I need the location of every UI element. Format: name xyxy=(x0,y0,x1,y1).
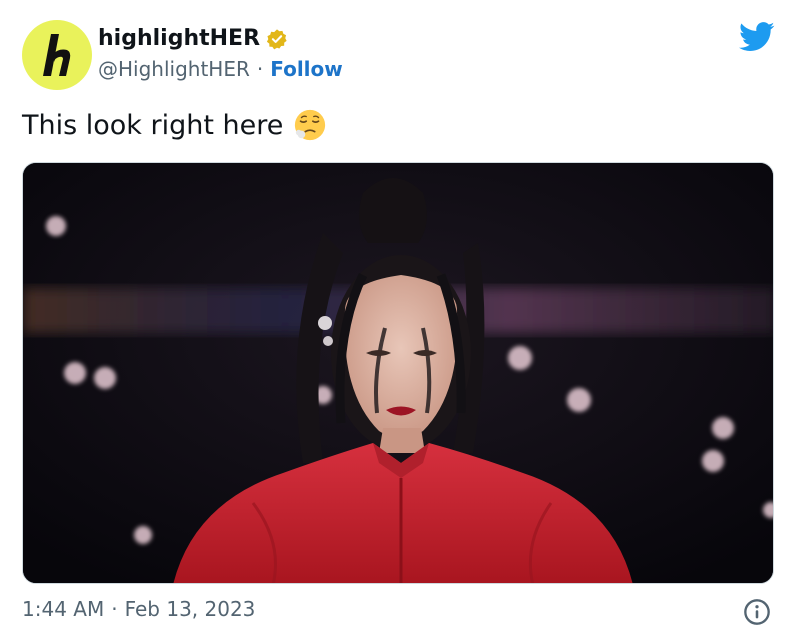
tweet-date: Feb 13, 2023 xyxy=(124,597,256,621)
tweet-photo[interactable] xyxy=(22,162,774,584)
info-icon[interactable] xyxy=(743,598,771,626)
separator-dot: · xyxy=(111,597,118,621)
author-handle[interactable]: @HighlightHER xyxy=(98,57,250,81)
author-avatar[interactable] xyxy=(22,20,92,90)
highlighther-logo-icon xyxy=(43,34,71,76)
relieved-face-emoji-icon xyxy=(295,109,326,141)
performer-photo-image xyxy=(23,163,773,583)
author-name-row: highlightHER xyxy=(98,26,288,51)
twitter-bird-icon[interactable] xyxy=(739,22,775,52)
verified-badge-icon xyxy=(266,28,287,49)
separator-dot: · xyxy=(256,57,264,81)
tweet-time: 1:44 AM xyxy=(22,597,105,621)
tweet-text-content: This look right here xyxy=(22,109,284,141)
tweet-text: This look right here xyxy=(22,108,327,142)
author-display-name[interactable]: highlightHER xyxy=(98,26,260,51)
follow-button[interactable]: Follow xyxy=(270,57,343,81)
tweet-timestamp[interactable]: 1:44 AM · Feb 13, 2023 xyxy=(22,597,255,621)
author-handle-row: @HighlightHER · Follow xyxy=(98,57,343,81)
